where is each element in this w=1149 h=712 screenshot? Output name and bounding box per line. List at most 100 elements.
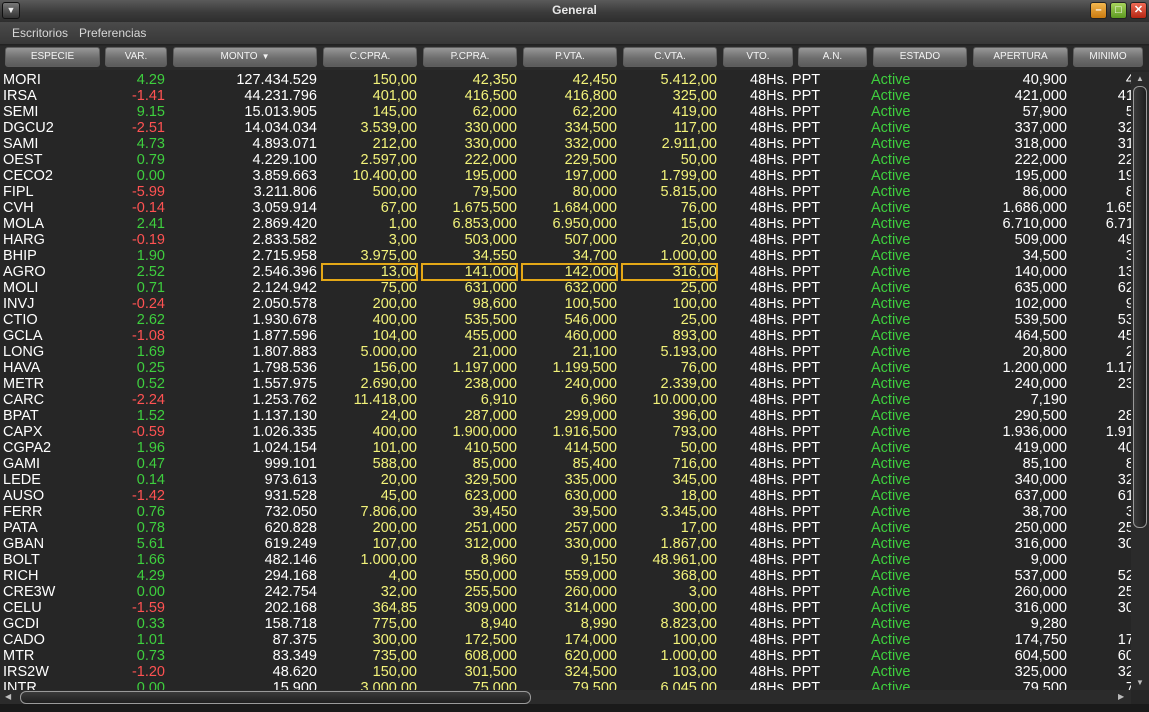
table-row[interactable]: GAMI 0.47 999.101 588,00 85,000 85,400 716,00 4… <box>0 456 1131 472</box>
cell-vto: 48Hs. PPT <box>750 88 821 104</box>
table-row[interactable]: PATA 0.78 620.828 200,00 251,000 257,000 17,00… <box>0 520 1131 536</box>
table-row[interactable]: INVJ -0.24 2.050.578 200,00 98,600 100,500 100… <box>0 296 1131 312</box>
cell-var: -0.19 <box>131 232 165 248</box>
table-row[interactable]: AGRO 2.52 2.546.396 13,00 141,000 142,000 316,… <box>0 263 1131 281</box>
table-row[interactable]: CELU -1.59 202.168 364,85 309,000 314,000 300,… <box>0 600 1131 616</box>
table-row[interactable]: MOLI 0.71 2.124.942 75,00 631,000 632,000 25,0… <box>0 280 1131 296</box>
column-header-ccpra[interactable]: C.CPRA. <box>323 47 417 67</box>
table-row[interactable]: OEST 0.79 4.229.100 2.597,00 222,000 229,500 5… <box>0 152 1131 168</box>
table-row[interactable]: GBAN 5.61 619.249 107,00 312,000 330,000 1.867… <box>0 536 1131 552</box>
table-row[interactable]: BHIP 1.90 2.715.958 3.975,00 34,550 34,700 1.0… <box>0 248 1131 264</box>
table-row[interactable]: IRS2W -1.20 48.620 150,00 301,500 324,500 103,… <box>0 664 1131 680</box>
column-header-an[interactable]: A.N. <box>798 47 867 67</box>
menu-escritorios[interactable]: Escritorios <box>12 26 68 40</box>
table-row[interactable]: DGCU2 -2.51 14.034.034 3.539,00 330,000 334,5… <box>0 120 1131 136</box>
title-bar[interactable]: ▼ General – □ ✕ <box>0 0 1149 22</box>
table-row[interactable]: CARC -2.24 1.253.762 11.418,00 6,910 6,960 10.… <box>0 392 1131 408</box>
table-row[interactable]: BOLT 1.66 482.146 1.000,00 8,960 9,150 48.961,… <box>0 552 1131 568</box>
cell-minimo: 38 <box>1125 504 1131 520</box>
table-row[interactable]: CADO 1.01 87.375 300,00 172,500 174,000 100,00… <box>0 632 1131 648</box>
vertical-scroll-thumb[interactable] <box>1133 86 1147 528</box>
cell-apertura: 325,000 <box>1014 664 1067 680</box>
table-row[interactable]: LEDE 0.14 973.613 20,00 329,500 335,000 345,00… <box>0 472 1131 488</box>
cell-var: -0.14 <box>131 200 165 216</box>
table-row[interactable]: CAPX -0.59 1.026.335 400,00 1.900,000 1.916,5… <box>0 424 1131 440</box>
cell-p-vta: 142,000 <box>521 263 618 281</box>
column-header-pcpra[interactable]: P.CPRA. <box>423 47 517 67</box>
column-header-cvta[interactable]: C.VTA. <box>623 47 717 67</box>
table-row[interactable]: MORI 4.29 127.434.529 150,00 42,350 42,450 5.4… <box>0 72 1131 88</box>
column-header-var[interactable]: VAR. <box>105 47 167 67</box>
cell-c-cpra: 3.000,00 <box>360 680 417 690</box>
column-header-pvta[interactable]: P.VTA. <box>523 47 617 67</box>
cell-vto: 48Hs. PPT <box>750 552 821 568</box>
cell-especie: CARC <box>3 392 45 408</box>
cell-c-vta: 5.815,00 <box>660 184 717 200</box>
column-header-vto[interactable]: VTO. <box>723 47 793 67</box>
column-header-estado[interactable]: ESTADO <box>873 47 967 67</box>
cell-monto: 1.026.335 <box>252 424 317 440</box>
column-header-monto[interactable]: MONTO ▼ <box>173 47 317 67</box>
scroll-down-icon[interactable]: ▼ <box>1136 678 1144 687</box>
cell-estado: Active <box>871 424 911 440</box>
menu-preferencias[interactable]: Preferencias <box>79 26 146 40</box>
scroll-right-icon[interactable]: ▶ <box>1118 692 1124 701</box>
column-header-apertura[interactable]: APERTURA <box>973 47 1068 67</box>
table-row[interactable]: GCDI 0.33 158.718 775,00 8,940 8,990 8.823,00 4… <box>0 616 1131 632</box>
cell-estado: Active <box>871 664 911 680</box>
cell-var: 0.52 <box>136 376 165 392</box>
horizontal-scrollbar[interactable]: ◀ ▶ <box>0 690 1131 704</box>
cell-c-vta: 25,00 <box>680 312 717 328</box>
scroll-left-icon[interactable]: ◀ <box>5 692 11 701</box>
cell-minimo: 321 <box>1117 120 1131 136</box>
table-row[interactable]: HAVA 0.25 1.798.536 156,00 1.197,000 1.199,50… <box>0 360 1131 376</box>
cell-c-cpra: 104,00 <box>372 328 417 344</box>
minimize-button[interactable]: – <box>1090 2 1107 19</box>
scroll-up-icon[interactable]: ▲ <box>1136 74 1144 83</box>
table-row[interactable]: RICH 4.29 294.168 4,00 550,000 559,000 368,00 4… <box>0 568 1131 584</box>
table-row[interactable]: BPAT 1.52 1.137.130 24,00 287,000 299,000 396,… <box>0 408 1131 424</box>
table-row[interactable]: IRSA -1.41 44.231.796 401,00 416,500 416,800 3… <box>0 88 1131 104</box>
cell-var: 2.52 <box>136 264 165 280</box>
cell-apertura: 40,900 <box>1022 72 1067 88</box>
column-header-especie[interactable]: ESPECIE <box>5 47 100 67</box>
table-row[interactable]: FIPL -5.99 3.211.806 500,00 79,500 80,000 5.81… <box>0 184 1131 200</box>
table-row[interactable]: METR 0.52 1.557.975 2.690,00 238,000 240,000 2… <box>0 376 1131 392</box>
cell-apertura: 318,000 <box>1014 136 1067 152</box>
table-row[interactable]: MOLA 2.41 2.869.420 1,00 6.853,000 6.950,000 1… <box>0 216 1131 232</box>
cell-p-vta: 6.950,000 <box>552 216 617 232</box>
cell-c-cpra: 364,85 <box>372 600 417 616</box>
close-button[interactable]: ✕ <box>1130 2 1147 19</box>
table-row[interactable]: CVH -0.14 3.059.914 67,00 1.675,500 1.684,000… <box>0 200 1131 216</box>
table-row[interactable]: GCLA -1.08 1.877.596 104,00 455,000 460,000 89… <box>0 328 1131 344</box>
table-row[interactable]: FERR 0.76 732.050 7.806,00 39,450 39,500 3.345… <box>0 504 1131 520</box>
table-row[interactable]: INTR 0.00 15.900 3.000,00 75,000 79,500 6.045,… <box>0 680 1131 690</box>
cell-apertura: 340,000 <box>1014 472 1067 488</box>
vertical-scrollbar[interactable]: ▲ ▼ <box>1131 72 1149 690</box>
table-row[interactable]: AUSO -1.42 931.528 45,00 623,000 630,000 18,00… <box>0 488 1131 504</box>
maximize-button[interactable]: □ <box>1110 2 1127 19</box>
table-row[interactable]: HARG -0.19 2.833.582 3,00 503,000 507,000 20,0… <box>0 232 1131 248</box>
table-row[interactable]: MTR 0.73 83.349 735,00 608,000 620,000 1.000,0… <box>0 648 1131 664</box>
table-row[interactable]: SAMI 4.73 4.893.071 212,00 330,000 332,000 2.9… <box>0 136 1131 152</box>
cell-c-vta: 5.412,00 <box>660 72 717 88</box>
table-row[interactable]: LONG 1.69 1.807.883 5.000,00 21,000 21,100 5.1… <box>0 344 1131 360</box>
quotes-table[interactable]: MORI 4.29 127.434.529 150,00 42,350 42,450 5.4… <box>0 72 1131 690</box>
table-row[interactable]: CTIO 2.62 1.930.678 400,00 535,500 546,000 25,… <box>0 312 1131 328</box>
table-row[interactable]: SEMI 9.15 15.013.905 145,00 62,000 62,200 419,… <box>0 104 1131 120</box>
horizontal-scroll-thumb[interactable] <box>20 691 531 704</box>
cell-minimo: 34 <box>1125 248 1131 264</box>
column-header-minimo[interactable]: MINIMO <box>1073 47 1143 67</box>
cell-p-cpra: 329,500 <box>464 472 517 488</box>
table-row[interactable]: CRE3W 0.00 242.754 32,00 255,500 260,000 3,00 4… <box>0 584 1131 600</box>
table-row[interactable]: CECO2 0.00 3.859.663 10.400,00 195,000 197,00… <box>0 168 1131 184</box>
cell-p-cpra: 98,600 <box>472 296 517 312</box>
cell-minimo: 604 <box>1117 648 1131 664</box>
cell-c-cpra: 150,00 <box>372 72 417 88</box>
cell-especie: CTIO <box>3 312 38 328</box>
table-row[interactable]: CGPA2 1.96 1.024.154 101,00 410,500 414,500 50… <box>0 440 1131 456</box>
cell-especie: CADO <box>3 632 45 648</box>
cell-apertura: 38,700 <box>1022 504 1067 520</box>
cell-var: 0.78 <box>136 520 165 536</box>
cell-apertura: 9,000 <box>1030 552 1067 568</box>
